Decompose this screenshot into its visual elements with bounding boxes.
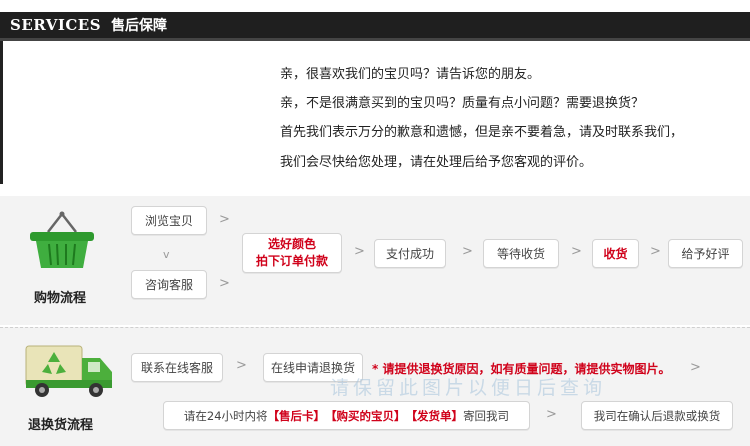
recycle-truck-icon <box>24 342 116 400</box>
message-area: 亲，很喜欢我们的宝贝吗？请告诉您的朋友。 亲，不是很满意买到的宝贝吗？质量有点小… <box>0 41 750 184</box>
arrow-right-icon: > <box>236 358 247 373</box>
message-line-4: 我们会尽快给您处理，请在处理后给予您客观的评价。 <box>280 155 593 170</box>
shopping-basket-icon <box>26 210 98 272</box>
shopping-process-label: 购物流程 <box>34 291 87 306</box>
arrow-right-icon: > <box>690 360 701 375</box>
arrow-right-icon: > <box>571 244 582 259</box>
watermark-text: 请保留此图片以便日后查询 <box>330 377 607 399</box>
arrow-right-icon: > <box>462 244 473 259</box>
send-prefix: 请在24小时内将 <box>183 408 268 423</box>
step-choose-line-2: 拍下订单付款 <box>255 254 328 268</box>
arrow-right-icon: > <box>219 276 230 291</box>
step-choose-line-1: 选好颜色 <box>267 237 316 251</box>
header-title-en: SERVICES <box>10 16 102 34</box>
services-header: SERVICES 售后保障 <box>0 12 750 41</box>
step-send-back-items[interactable]: 请在24小时内将 【售后卡】 【购买的宝贝】 【发货单】 寄回我司 <box>163 401 530 430</box>
return-process-label: 退换货流程 <box>28 418 94 433</box>
step-browse-items[interactable]: 浏览宝贝 <box>131 206 207 235</box>
arrow-right-icon: > <box>354 244 365 259</box>
send-item: 【购买的宝贝】 <box>325 408 406 423</box>
header-title-cn: 售后保障 <box>111 18 168 34</box>
message-line-1: 亲，很喜欢我们的宝贝吗？请告诉您的朋友。 <box>280 67 541 82</box>
arrow-down-icon: v <box>163 248 170 261</box>
arrow-right-icon: > <box>650 244 661 259</box>
step-refund-or-exchange[interactable]: 我司在确认后退款或换货 <box>581 401 733 430</box>
step-give-review[interactable]: 给予好评 <box>668 239 743 268</box>
shopping-process-panel: 购物流程 浏览宝贝 > v 咨询客服 > 选好颜色 拍下订单付款 > 支付成功 … <box>0 196 750 325</box>
step-choose-and-pay[interactable]: 选好颜色 拍下订单付款 <box>242 233 342 273</box>
step-payment-success[interactable]: 支付成功 <box>374 239 446 268</box>
step-wait-delivery[interactable]: 等待收货 <box>483 239 559 268</box>
arrow-right-icon: > <box>546 407 557 422</box>
step-receive-goods[interactable]: 收货 <box>592 239 639 268</box>
step-contact-service[interactable]: 联系在线客服 <box>131 353 223 382</box>
message-line-3: 首先我们表示万分的歉意和遗憾，但是亲不要着急，请及时联系我们， <box>280 125 684 140</box>
send-card: 【售后卡】 <box>267 408 326 423</box>
send-invoice: 【发货单】 <box>405 408 464 423</box>
message-line-2: 亲，不是很满意买到的宝贝吗？质量有点小问题？需要退换货？ <box>280 96 645 111</box>
step-consult-service[interactable]: 咨询客服 <box>131 270 207 299</box>
arrow-right-icon: > <box>219 212 230 227</box>
send-suffix: 寄回我司 <box>463 408 510 423</box>
